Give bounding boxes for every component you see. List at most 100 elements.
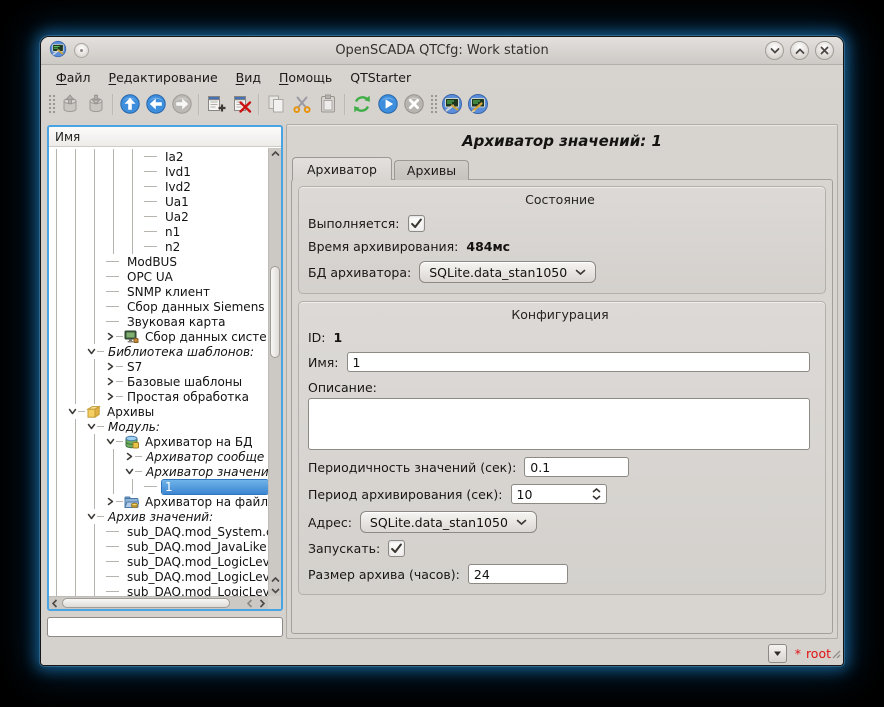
scroll-up-icon[interactable]: [269, 148, 282, 159]
tree-item[interactable]: Архив значений:: [49, 509, 268, 524]
save-to-db-button[interactable]: [83, 91, 109, 117]
spin-up-icon[interactable]: [592, 488, 601, 493]
expander-open-icon[interactable]: [68, 404, 86, 419]
archiver-db-combobox[interactable]: SQLite.data_stan1050: [419, 261, 596, 283]
address-combobox[interactable]: SQLite.data_stan1050: [360, 511, 537, 533]
delete-item-button[interactable]: [229, 91, 255, 117]
tree-item[interactable]: 1: [49, 479, 268, 494]
tree-item[interactable]: Архиватор на файл: [49, 494, 268, 509]
expander-closed-icon[interactable]: [106, 329, 124, 344]
scroll-right-icon[interactable]: [256, 597, 268, 610]
archiving-period-spinbox[interactable]: 10: [511, 484, 607, 504]
values-period-input[interactable]: [524, 457, 629, 477]
tree-item[interactable]: SNMP клиент: [49, 284, 268, 299]
scroll-left-icon[interactable]: [49, 597, 61, 610]
tree-item[interactable]: Архиватор сообще: [49, 449, 268, 464]
expander-open-icon[interactable]: [87, 509, 105, 524]
menu-item[interactable]: Помощь: [270, 68, 341, 87]
menu-item[interactable]: Вид: [227, 68, 270, 87]
tree-item[interactable]: Архиватор на БД: [49, 434, 268, 449]
tree-item[interactable]: Ivd2: [49, 179, 268, 194]
menu-item[interactable]: Файл: [47, 68, 100, 87]
expander-closed-icon[interactable]: [106, 359, 124, 374]
tree-filter-input[interactable]: [47, 617, 283, 637]
qtcfg-button[interactable]: [439, 91, 465, 117]
minimize-button[interactable]: [765, 41, 784, 60]
expander-open-icon[interactable]: [87, 344, 105, 359]
description-textarea[interactable]: [308, 398, 810, 450]
tree-item[interactable]: OPC UA: [49, 269, 268, 284]
titlebar[interactable]: OpenSCADA QTCfg: Work station: [41, 37, 843, 65]
tree-guide: [87, 299, 106, 314]
forward-button[interactable]: [169, 91, 195, 117]
close-button[interactable]: [815, 41, 834, 60]
tree-item[interactable]: Звуковая карта: [49, 314, 268, 329]
to-start-checkbox[interactable]: [388, 540, 405, 557]
expander-closed-icon[interactable]: [106, 494, 124, 509]
tree-item[interactable]: S7: [49, 359, 268, 374]
tree-item[interactable]: Ivd1: [49, 164, 268, 179]
expander-open-icon[interactable]: [106, 434, 124, 449]
tree-item[interactable]: Базовые шаблоны: [49, 374, 268, 389]
tree-item[interactable]: sub_DAQ.mod_LogicLev: [49, 569, 268, 584]
expander-closed-icon[interactable]: [106, 374, 124, 389]
tree-guide: [87, 359, 106, 374]
cut-button[interactable]: [289, 91, 315, 117]
expander-open-icon[interactable]: [125, 464, 143, 479]
scroll-up-icon[interactable]: [269, 574, 282, 585]
tree-item[interactable]: ModBUS: [49, 254, 268, 269]
tree-item[interactable]: sub_DAQ.mod_LogicLev: [49, 554, 268, 569]
tree-item[interactable]: sub_DAQ.mod_LogicLev: [49, 584, 268, 596]
tree-item[interactable]: Простая обработка: [49, 389, 268, 404]
expander-closed-icon[interactable]: [106, 389, 124, 404]
stop-button[interactable]: [401, 91, 427, 117]
tree-item[interactable]: Ua2: [49, 209, 268, 224]
tree-guide: [68, 209, 87, 224]
menu-item[interactable]: QTStarter: [341, 68, 420, 87]
start-button[interactable]: [375, 91, 401, 117]
paste-button[interactable]: [315, 91, 341, 117]
spin-down-icon[interactable]: [592, 495, 601, 500]
status-dropdown-button[interactable]: [768, 644, 787, 663]
tree-item[interactable]: n1: [49, 224, 268, 239]
maximize-button[interactable]: [790, 41, 809, 60]
tree-item[interactable]: Модуль:: [49, 419, 268, 434]
load-from-db-button[interactable]: [57, 91, 83, 117]
tree-item[interactable]: Архиватор значени: [49, 464, 268, 479]
tree-item[interactable]: sub_DAQ.mod_JavaLike: [49, 539, 268, 554]
tree-item[interactable]: sub_DAQ.mod_System.c: [49, 524, 268, 539]
back-button[interactable]: [143, 91, 169, 117]
scroll-down-icon[interactable]: [269, 585, 282, 596]
tree-item[interactable]: Архивы: [49, 404, 268, 419]
tree-horizontal-scrollbar[interactable]: [49, 596, 268, 609]
vertical-scroll-slider[interactable]: [270, 266, 280, 358]
add-item-button[interactable]: [203, 91, 229, 117]
expander-closed-icon[interactable]: [125, 449, 143, 464]
tree-widget: Имя Ia2Ivd1Ivd2Ua1Ua2n1n2ModBUSOPC UASNM…: [47, 125, 283, 611]
scroll-left-icon[interactable]: [244, 597, 256, 610]
horizontal-scroll-slider[interactable]: [62, 598, 230, 608]
qtstarter-button[interactable]: [465, 91, 491, 117]
tree-header[interactable]: Имя: [49, 127, 281, 147]
menu-item[interactable]: Редактирование: [100, 68, 227, 87]
tree-item[interactable]: Сбор данных Siemens: [49, 299, 268, 314]
tree-vertical-scrollbar[interactable]: [268, 148, 281, 596]
tree-item[interactable]: Ua1: [49, 194, 268, 209]
expander-open-icon[interactable]: [87, 419, 105, 434]
tab-archives[interactable]: Архивы: [394, 160, 469, 180]
resize-grip[interactable]: [830, 644, 841, 663]
tree-item[interactable]: Сбор данных систе: [49, 329, 268, 344]
tree-item[interactable]: Ia2: [49, 149, 268, 164]
up-button[interactable]: [117, 91, 143, 117]
titlebar-menu-button[interactable]: [74, 43, 89, 58]
running-checkbox[interactable]: [408, 215, 425, 232]
toolbar-handle[interactable]: [429, 93, 437, 115]
tree-item[interactable]: Библиотека шаблонов:: [49, 344, 268, 359]
archive-size-input[interactable]: [468, 564, 568, 584]
toolbar-handle[interactable]: [47, 93, 55, 115]
copy-button[interactable]: [263, 91, 289, 117]
name-input[interactable]: [347, 352, 810, 372]
tab-archiver[interactable]: Архиватор: [292, 157, 392, 180]
refresh-button[interactable]: [349, 91, 375, 117]
tree-item[interactable]: n2: [49, 239, 268, 254]
